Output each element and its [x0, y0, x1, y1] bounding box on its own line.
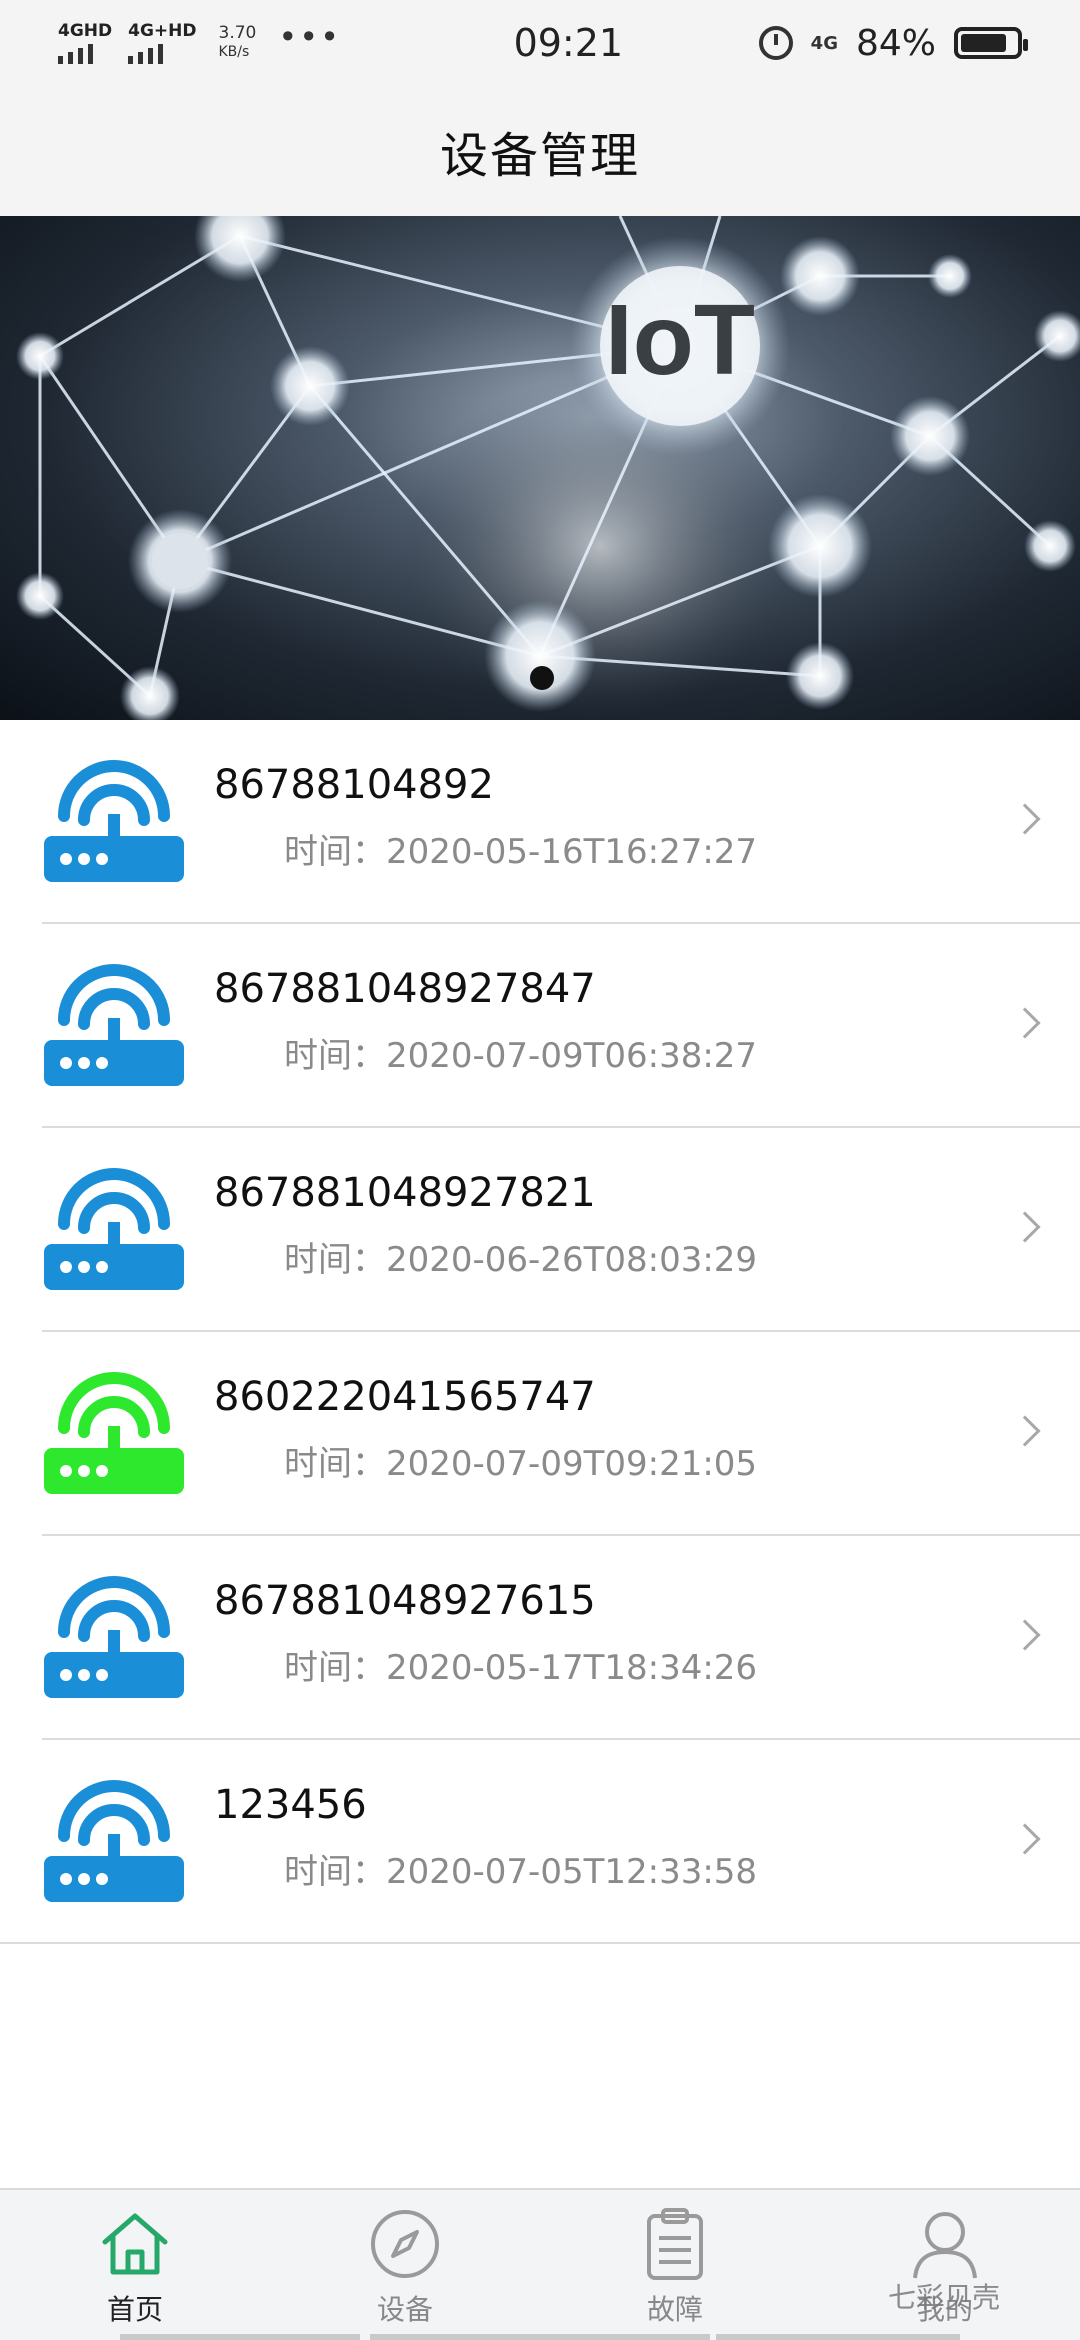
device-time: ..时间：2020-07-09T09:21:05 — [214, 1444, 757, 1484]
tab-underline — [370, 2334, 710, 2340]
device-text: 867881048927615 ..时间：2020-05-17T18:34:26 — [214, 1576, 757, 1688]
device-id: 867881048927821 — [214, 1170, 596, 1216]
lte-icon: 4G — [810, 32, 838, 54]
tab-label: 设备 — [376, 2293, 433, 2326]
device-id: 860222041565747 — [214, 1374, 596, 1420]
device-text: 86788104892 ..时间：2020-05-16T16:27:27 — [214, 760, 757, 872]
alarm-icon — [758, 26, 793, 60]
tab-clipboard[interactable]: 故障 — [540, 2190, 810, 2340]
device-time-value: 时间：2020-07-09T09:21:05 — [284, 1444, 758, 1484]
tab-user[interactable]: 我的 — [810, 2190, 1080, 2340]
device-text: 867881048927847 ..时间：2020-07-09T06:38:27 — [214, 964, 757, 1076]
battery-icon — [954, 27, 1028, 59]
device-time: ..时间：2020-07-05T12:33:58 — [214, 1852, 757, 1892]
device-time: ..时间：2020-05-16T16:27:27 — [214, 832, 757, 872]
tab-label: 首页 — [106, 2293, 163, 2326]
router-icon — [44, 1778, 184, 1904]
tab-underline — [120, 2334, 360, 2340]
signal-bars-icon — [58, 44, 93, 64]
watermark-text: 七彩贝壳 — [888, 2281, 1001, 2314]
device-row[interactable]: 123456 ..时间：2020-07-05T12:33:58 — [0, 1740, 1080, 1944]
device-row[interactable]: 867881048927821 ..时间：2020-06-26T08:03:29 — [0, 1128, 1080, 1332]
device-text: 867881048927821 ..时间：2020-06-26T08:03:29 — [214, 1168, 757, 1280]
device-time-value: 时间：2020-06-26T08:03:29 — [284, 1240, 758, 1280]
signal-2-label: 4G+HD — [128, 21, 197, 41]
home-icon — [97, 2206, 173, 2282]
clock: 09:21 — [513, 21, 624, 65]
signal-2: 4G+HD — [128, 21, 197, 64]
bottom-tab-bar: 首页 设备 故障 我的 — [0, 2188, 1080, 2340]
tab-compass[interactable]: 设备 — [270, 2190, 540, 2340]
iot-network-illustration: IoT — [16, 216, 1080, 720]
tab-label: 故障 — [646, 2293, 703, 2326]
router-icon — [44, 1370, 184, 1496]
chevron-right-icon — [1009, 1619, 1041, 1651]
nav-bar: 设备管理 — [0, 86, 1080, 216]
row-divider — [0, 1942, 1080, 1944]
signal-bars-icon — [128, 44, 164, 64]
iot-banner-text: IoT — [605, 284, 755, 396]
device-id: 867881048927615 — [214, 1578, 596, 1624]
status-left: 4GHD 4G+HD 3.70 KB/s ••• — [58, 18, 438, 64]
device-row[interactable]: 860222041565747 ..时间：2020-07-09T09:21:05 — [0, 1332, 1080, 1536]
more-notifications-icon: ••• — [278, 18, 341, 56]
iot-banner-image: IoT — [0, 216, 1080, 720]
device-list: 86788104892..时间：2020-05-16T16:27:2786788… — [0, 720, 1080, 1944]
user-icon — [907, 2206, 983, 2282]
device-time: ..时间：2020-07-09T06:38:27 — [214, 1036, 757, 1076]
speed-unit: KB/s — [218, 44, 250, 60]
status-bar: 4GHD 4G+HD 3.70 KB/s ••• 09:21 4G 84% — [0, 0, 1080, 86]
chevron-right-icon — [1009, 1007, 1041, 1039]
page-title: 设备管理 — [439, 128, 640, 184]
status-right: 4G 84% — [758, 22, 1028, 64]
signal-1: 4GHD — [58, 22, 112, 64]
app-screen: 4GHD 4G+HD 3.70 KB/s ••• 09:21 4G 84% 设备… — [0, 0, 1080, 2340]
device-text: 123456 ..时间：2020-07-05T12:33:58 — [214, 1780, 757, 1892]
battery-fill — [961, 34, 1007, 52]
signal-1-label: 4GHD — [58, 21, 113, 41]
chevron-right-icon — [1009, 1415, 1041, 1447]
router-icon — [44, 962, 184, 1088]
device-time-value: 时间：2020-05-16T16:27:27 — [284, 832, 758, 872]
speed-value: 3.70 — [218, 23, 257, 43]
router-icon — [44, 1166, 184, 1292]
tab-underline — [716, 2334, 960, 2340]
device-time-value: 时间：2020-07-05T12:33:58 — [284, 1852, 758, 1892]
battery-percent: 84% — [855, 22, 936, 64]
device-id: 867881048927847 — [214, 966, 596, 1012]
device-row[interactable]: 867881048927615 ..时间：2020-05-17T18:34:26 — [0, 1536, 1080, 1740]
chevron-right-icon — [1009, 1823, 1041, 1855]
device-id: 123456 — [214, 1782, 367, 1828]
chevron-right-icon — [1009, 1211, 1041, 1243]
device-time-value: 时间：2020-07-09T06:38:27 — [284, 1036, 758, 1076]
tab-home[interactable]: 首页 — [0, 2190, 270, 2340]
router-icon — [44, 758, 184, 884]
device-id: 86788104892 — [214, 762, 494, 808]
device-time-value: 时间：2020-05-17T18:34:26 — [284, 1648, 758, 1688]
router-icon — [44, 1574, 184, 1700]
chevron-right-icon — [1009, 803, 1041, 835]
device-row[interactable]: 86788104892 ..时间：2020-05-16T16:27:27 — [0, 720, 1080, 924]
device-time: ..时间：2020-06-26T08:03:29 — [214, 1240, 757, 1280]
device-text: 860222041565747 ..时间：2020-07-09T09:21:05 — [214, 1372, 757, 1484]
device-row[interactable]: 867881048927847 ..时间：2020-07-09T06:38:27 — [0, 924, 1080, 1128]
device-time: ..时间：2020-05-17T18:34:26 — [214, 1648, 757, 1688]
clipboard-icon — [637, 2206, 713, 2282]
network-speed: 3.70 KB/s — [219, 24, 257, 62]
compass-icon — [367, 2206, 443, 2282]
